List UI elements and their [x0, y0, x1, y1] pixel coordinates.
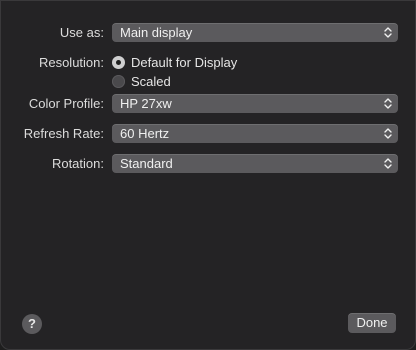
resolution-option-scaled-label: Scaled: [131, 73, 171, 89]
radio-unselected-icon[interactable]: [112, 74, 125, 88]
color-profile-row: Color Profile: HP 27xw: [1, 94, 416, 114]
color-profile-label: Color Profile:: [28, 96, 104, 111]
done-button[interactable]: Done: [348, 313, 396, 333]
rotation-value: Standard: [120, 156, 173, 171]
up-down-chevron-icon: [384, 27, 392, 38]
color-profile-popup[interactable]: HP 27xw: [112, 94, 398, 113]
refresh-rate-popup[interactable]: 60 Hertz: [112, 124, 398, 143]
resolution-option-default-label: Default for Display: [131, 54, 238, 70]
help-button[interactable]: ?: [22, 314, 42, 334]
color-profile-value: HP 27xw: [120, 96, 172, 111]
use-as-value: Main display: [120, 25, 193, 40]
rotation-popup[interactable]: Standard: [112, 154, 398, 173]
resolution-row: Resolution: Default for Display Scaled: [1, 53, 416, 89]
up-down-chevron-icon: [384, 98, 392, 109]
rotation-label: Rotation:: [51, 156, 104, 171]
radio-selected-icon[interactable]: [112, 55, 125, 69]
resolution-label: Resolution:: [38, 55, 104, 70]
up-down-chevron-icon: [384, 128, 392, 139]
use-as-row: Use as: Main display: [1, 23, 416, 43]
refresh-rate-row: Refresh Rate: 60 Hertz: [1, 124, 416, 144]
rotation-row: Rotation: Standard: [1, 154, 416, 174]
resolution-option-scaled[interactable]: Scaled: [112, 73, 171, 89]
up-down-chevron-icon: [384, 158, 392, 169]
use-as-popup[interactable]: Main display: [112, 23, 398, 42]
display-settings-sheet: Use as: Main display Resolution: Default…: [0, 0, 416, 350]
refresh-rate-value: 60 Hertz: [120, 126, 170, 141]
refresh-rate-label: Refresh Rate:: [23, 126, 104, 141]
resolution-option-default[interactable]: Default for Display: [112, 54, 237, 70]
use-as-label: Use as:: [59, 25, 104, 40]
